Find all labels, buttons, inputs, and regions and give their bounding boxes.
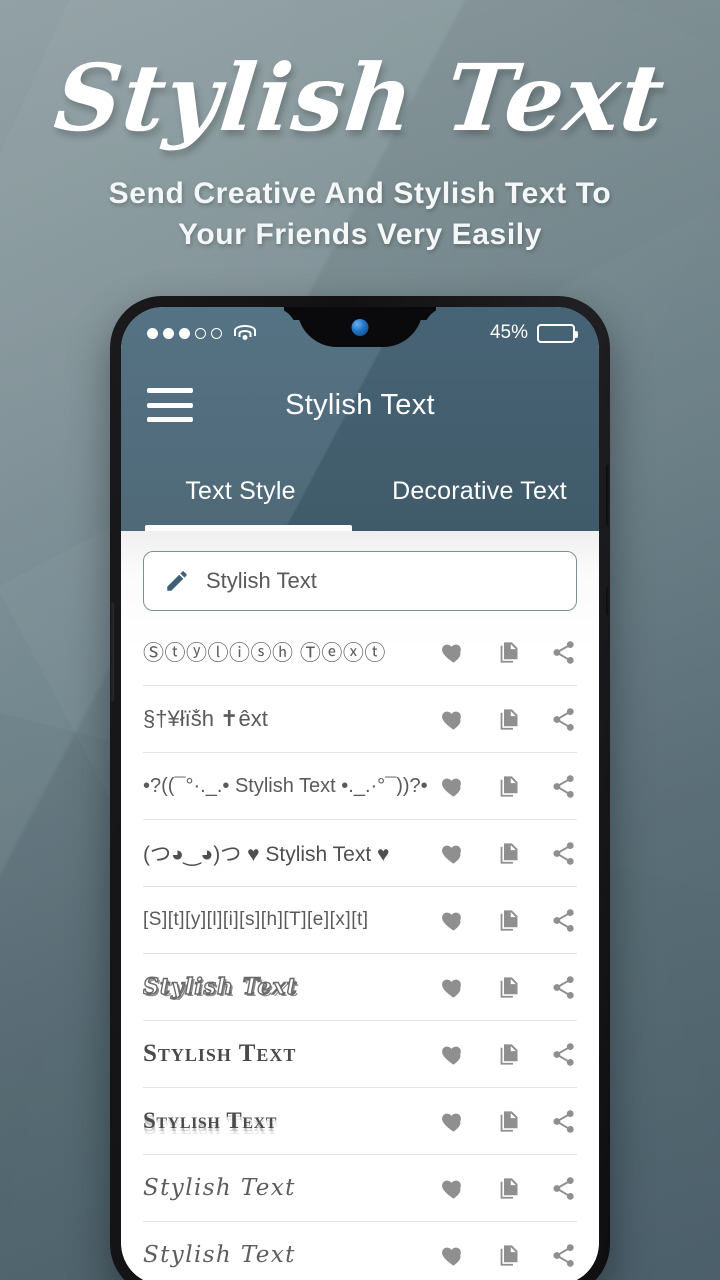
- row-actions: [430, 907, 577, 934]
- share-icon[interactable]: [550, 773, 577, 800]
- row-actions: [430, 1242, 577, 1269]
- share-icon[interactable]: [550, 639, 577, 666]
- share-icon[interactable]: [550, 1175, 577, 1202]
- front-camera-icon: [351, 319, 369, 336]
- style-row[interactable]: Ⓢⓣⓨⓛⓘⓢⓗ Ⓣⓔⓧⓣ: [143, 619, 577, 686]
- share-icon[interactable]: [550, 706, 577, 733]
- share-icon[interactable]: [550, 1108, 577, 1135]
- promo-subtitle-line1: Send Creative And Stylish Text To: [108, 177, 612, 210]
- copy-icon[interactable]: [495, 907, 522, 934]
- style-list: Ⓢⓣⓨⓛⓘⓢⓗ Ⓣⓔⓧⓣ §†¥łїṧh ✝êxt •?((¯°·._.• Styl…: [121, 619, 599, 1280]
- promo-header: Stylish Text Send Creative And Stylish T…: [0, 0, 720, 255]
- style-row-text: Stylish Text: [143, 974, 298, 1000]
- heart-icon[interactable]: [440, 1041, 467, 1068]
- app-screen: 45% Stylish Text Text Style Decorative T…: [121, 307, 599, 1280]
- heart-icon[interactable]: [440, 840, 467, 867]
- copy-icon[interactable]: [495, 1041, 522, 1068]
- share-icon[interactable]: [550, 840, 577, 867]
- tab-bar: Text Style Decorative Text: [121, 451, 599, 531]
- style-row-text: •?((¯°·._.• Stylish Text •._.·°¯))?•: [143, 774, 428, 797]
- style-row[interactable]: Stylish Text: [143, 954, 577, 1021]
- style-row-text: Stylish Text: [143, 1108, 278, 1133]
- style-row[interactable]: Stylish Text: [143, 1021, 577, 1088]
- promo-subtitle-line2: Your Friends Very Easily: [178, 217, 542, 251]
- style-row[interactable]: Stylish Text: [143, 1088, 577, 1155]
- volume-rocker[interactable]: [110, 602, 114, 702]
- share-icon[interactable]: [550, 1242, 577, 1269]
- row-actions: [430, 706, 577, 733]
- phone-mockup: 45% Stylish Text Text Style Decorative T…: [110, 296, 610, 1280]
- volume-button[interactable]: [606, 586, 610, 616]
- copy-icon[interactable]: [495, 773, 522, 800]
- heart-icon[interactable]: [440, 773, 467, 800]
- heart-icon[interactable]: [440, 1175, 467, 1202]
- hamburger-menu-icon[interactable]: [147, 388, 193, 422]
- content-area: Stylish Text Ⓢⓣⓨⓛⓘⓢⓗ Ⓣⓔⓧⓣ §†¥łїṧh ✝êxt •?(…: [121, 531, 599, 1280]
- app-bar-main: Stylish Text: [121, 359, 599, 451]
- share-icon[interactable]: [550, 974, 577, 1001]
- copy-icon[interactable]: [495, 1175, 522, 1202]
- row-actions: [430, 1041, 577, 1068]
- app-bar: 45% Stylish Text Text Style Decorative T…: [121, 307, 599, 531]
- style-row[interactable]: •?((¯°·._.• Stylish Text •._.·°¯))?•: [143, 753, 577, 820]
- row-actions: [430, 773, 577, 800]
- copy-icon[interactable]: [495, 639, 522, 666]
- tab-decorative-text[interactable]: Decorative Text: [360, 451, 599, 531]
- heart-icon[interactable]: [440, 639, 467, 666]
- style-row[interactable]: Stylish Text: [143, 1155, 577, 1222]
- style-row-text: Stylish Text: [143, 1175, 296, 1201]
- row-actions: [430, 639, 577, 666]
- style-row-text: Stylish Text: [143, 1040, 297, 1067]
- share-icon[interactable]: [550, 907, 577, 934]
- battery-percent-label: 45%: [489, 322, 528, 343]
- heart-icon[interactable]: [440, 907, 467, 934]
- row-actions: [430, 1175, 577, 1202]
- style-row[interactable]: §†¥łїṧh ✝êxt: [143, 686, 577, 753]
- signal-strength-icon: [147, 327, 222, 339]
- power-button[interactable]: [606, 464, 610, 526]
- heart-icon[interactable]: [440, 706, 467, 733]
- style-row-text: Stylish Text: [143, 1242, 296, 1268]
- status-left: [147, 324, 256, 342]
- style-row[interactable]: (つ◕‿◕)つ ♥ Stylish Text ♥: [143, 820, 577, 887]
- pencil-icon: [167, 571, 187, 591]
- promo-title: Stylish Text: [49, 44, 671, 152]
- row-actions: [430, 974, 577, 1001]
- promo-subtitle: Send Creative And Stylish Text To Your F…: [0, 174, 720, 255]
- status-right: 45%: [489, 322, 578, 344]
- text-input-field[interactable]: Stylish Text: [143, 551, 577, 611]
- style-row[interactable]: Stylish Text: [143, 1222, 577, 1280]
- heart-icon[interactable]: [440, 1242, 467, 1269]
- heart-icon[interactable]: [440, 1108, 467, 1135]
- copy-icon[interactable]: [495, 706, 522, 733]
- style-row-text: (つ◕‿◕)つ ♥ Stylish Text ♥: [143, 843, 390, 866]
- copy-icon[interactable]: [495, 974, 522, 1001]
- share-icon[interactable]: [550, 1041, 577, 1068]
- style-row-text: Ⓢⓣⓨⓛⓘⓢⓗ Ⓣⓔⓧⓣ: [143, 642, 386, 665]
- wifi-icon: [233, 324, 256, 342]
- style-row-text: [S][t][y][l][i][s][h][T][e][x][t]: [143, 909, 369, 930]
- copy-icon[interactable]: [495, 1108, 522, 1135]
- row-actions: [430, 1108, 577, 1135]
- style-row[interactable]: [S][t][y][l][i][s][h][T][e][x][t]: [143, 887, 577, 954]
- heart-icon[interactable]: [440, 974, 467, 1001]
- text-input-value: Stylish Text: [206, 568, 317, 593]
- copy-icon[interactable]: [495, 840, 522, 867]
- battery-icon: [537, 323, 578, 343]
- phone-screen-bezel: 45% Stylish Text Text Style Decorative T…: [121, 307, 599, 1280]
- tab-text-style[interactable]: Text Style: [121, 451, 360, 531]
- input-section: Stylish Text: [121, 531, 599, 619]
- style-row-text: §†¥łїṧh ✝êxt: [143, 706, 268, 731]
- copy-icon[interactable]: [495, 1242, 522, 1269]
- row-actions: [430, 840, 577, 867]
